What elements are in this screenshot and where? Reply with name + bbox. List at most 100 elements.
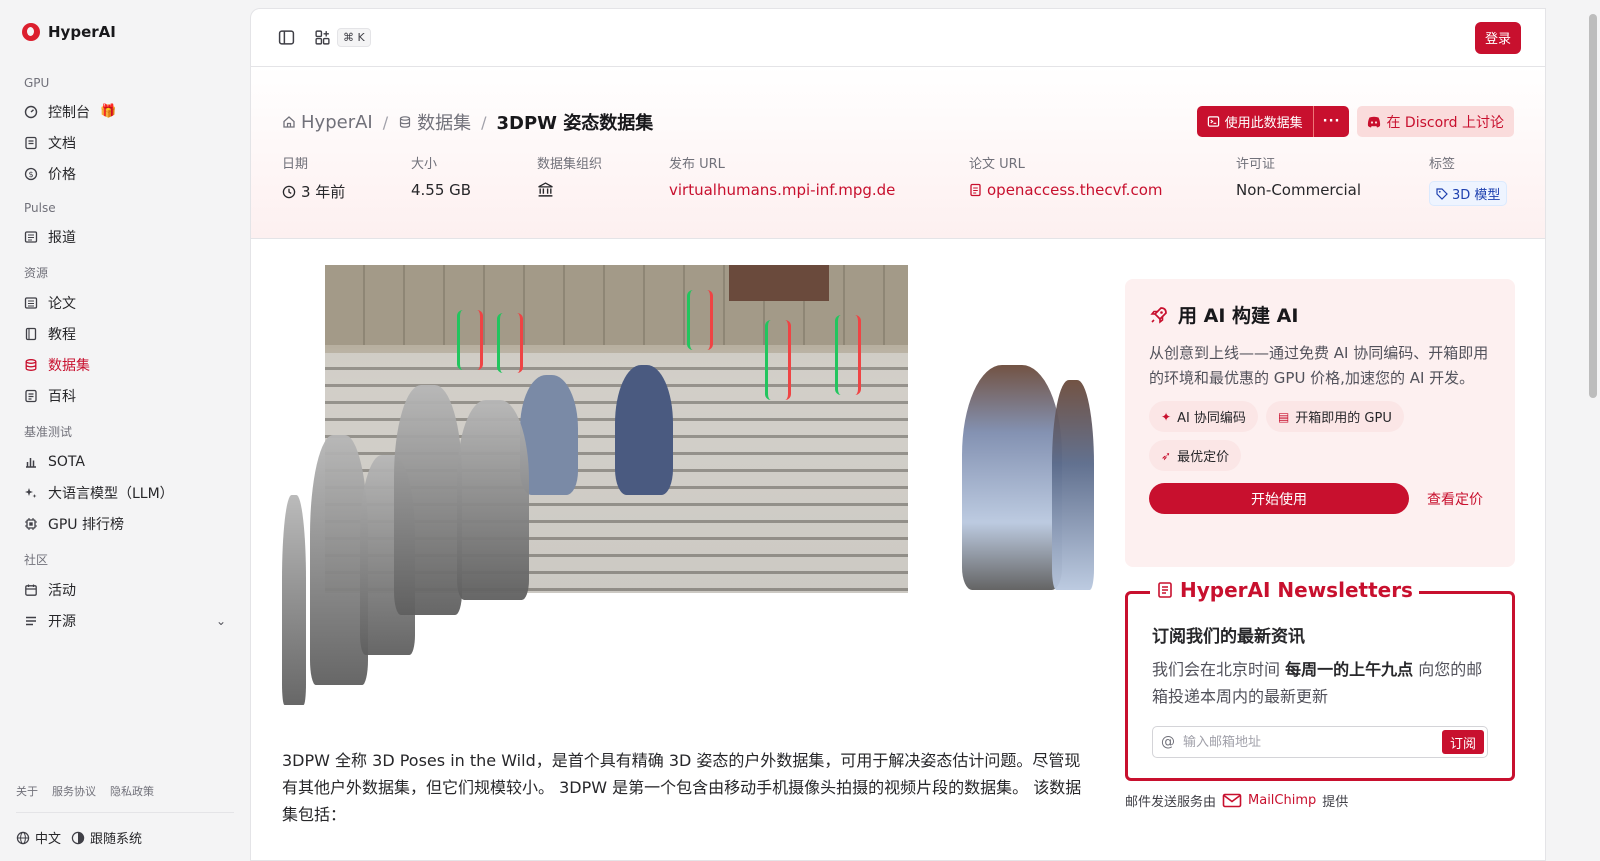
footer-link-privacy[interactable]: 隐私政策 [110, 783, 154, 799]
meta-org-value [537, 181, 669, 198]
photo-person [615, 365, 673, 495]
meta-release-label: 发布 URL [669, 157, 725, 172]
login-button[interactable]: 登录 [1474, 21, 1521, 54]
feature-chip-label: 最优定价 [1177, 450, 1230, 465]
topbar: ⌘ K 登录 [251, 9, 1545, 67]
dataset-content: 3DPW 全称 3D Poses in the Wild，是首个具有精确 3D … [282, 265, 1094, 828]
dataset-description: 3DPW 全称 3D Poses in the Wild，是首个具有精确 3D … [282, 751, 1082, 824]
sidebar-item-label: 教程 [48, 326, 76, 343]
sidebar-item-datasets[interactable]: 数据集 [16, 349, 234, 380]
meta-size: 大小 4.55 GB [411, 153, 537, 206]
meta-tags-label: 标签 [1429, 157, 1456, 172]
meta-license-label: 许可证 [1236, 157, 1276, 172]
breadcrumb-datasets[interactable]: 数据集 [398, 109, 471, 135]
footer-link-terms[interactable]: 服务协议 [52, 783, 96, 799]
pose-skeleton [457, 310, 483, 370]
apps-grid-icon[interactable] [311, 27, 333, 49]
subscribe-button[interactable]: 订阅 [1441, 730, 1484, 754]
terminal-icon [1207, 116, 1219, 127]
sidebar-item-label: 控制台 [48, 104, 90, 121]
dataset-header: HyperAI / 数据集 / 3DPW 姿态数据集 使用此数据集 ··· 在 … [251, 67, 1545, 239]
email-input[interactable] [1183, 734, 1434, 750]
meta-size-value: 4.55 GB [411, 181, 472, 199]
sidebar-item-tutorials[interactable]: 教程 [16, 318, 234, 349]
discord-label: 在 Discord 上讨论 [1386, 114, 1504, 131]
sidebar-item-docs[interactable]: 文档 [16, 127, 234, 158]
language-label: 中文 [35, 832, 62, 847]
sidebar-item-llm[interactable]: 大语言模型（LLM） [16, 477, 234, 508]
sparkle-icon: ✦ [1161, 409, 1172, 424]
footer-link-about[interactable]: 关于 [16, 783, 38, 799]
meta-release-url: 发布 URL virtualhumans.mpi-inf.mpg.de [669, 153, 969, 206]
hyperai-logo-icon [22, 23, 40, 41]
sidebar-item-news[interactable]: 报道 [16, 221, 234, 252]
use-dataset-label: 使用此数据集 [1224, 116, 1303, 131]
rendered-sitting-people [962, 355, 1094, 595]
paper-url-link[interactable]: openaccess.thecvf.com [969, 181, 1236, 199]
pose-skeleton [497, 313, 523, 373]
newsletter-text-bold: 每周一的上午九点 [1285, 660, 1414, 679]
meta-paper-label: 论文 URL [969, 157, 1025, 172]
sidebar-item-wiki[interactable]: 百科 [16, 380, 234, 411]
page-title: 3DPW 姿态数据集 [496, 113, 654, 134]
rendered-mesh-person [457, 400, 529, 600]
book-icon [24, 327, 38, 341]
brand[interactable]: HyperAI [16, 0, 234, 64]
discord-icon [1368, 116, 1381, 127]
footer-divider [16, 812, 234, 813]
section-title-community: 社区 [24, 553, 49, 567]
mailchimp-link[interactable]: MailChimp [1248, 793, 1316, 808]
paper-url-text: openaccess.thecvf.com [987, 181, 1163, 199]
view-pricing-link[interactable]: 查看定价 [1427, 489, 1483, 509]
breadcrumb-home[interactable]: HyperAI [282, 112, 373, 133]
dataset-meta: 日期 3 年前 大小 4.55 GB 数据集组织 发布 URL virtualh… [282, 153, 1514, 206]
database-icon [24, 358, 38, 372]
sidebar-item-label: 文档 [48, 135, 76, 152]
sidebar-item-sota[interactable]: SOTA [16, 446, 234, 477]
chevron-down-icon[interactable]: ⌄ [216, 614, 226, 628]
newsletter-title: HyperAI Newsletters [1150, 578, 1419, 602]
command-shortcut[interactable]: ⌘ K [337, 28, 371, 47]
get-started-button[interactable]: 开始使用 [1149, 483, 1409, 514]
mail-note-post: 提供 [1322, 795, 1349, 810]
sidebar-item-label: 活动 [48, 582, 76, 599]
at-icon: @ [1161, 734, 1175, 750]
promo-actions: 开始使用 查看定价 [1149, 483, 1491, 514]
sidebar-item-pricing[interactable]: $ 价格 [16, 158, 234, 189]
sidebar-item-events[interactable]: 活动 [16, 574, 234, 605]
promo-title-text: 用 AI 构建 AI [1178, 305, 1299, 327]
database-icon [400, 116, 411, 128]
use-dataset-button[interactable]: 使用此数据集 [1196, 106, 1313, 137]
scrollbar[interactable] [1586, 0, 1600, 861]
news-icon [24, 230, 38, 244]
footer-settings: 中文 跟随系统 [16, 828, 142, 847]
meta-date-text: 3 年前 [301, 183, 346, 201]
dollar-icon: $ [24, 167, 38, 181]
meta-org-label: 数据集组织 [537, 157, 603, 172]
more-options-button[interactable]: ··· [1312, 106, 1350, 137]
release-url-link[interactable]: virtualhumans.mpi-inf.mpg.de [669, 181, 969, 199]
sidebar-item-papers[interactable]: 论文 [16, 287, 234, 318]
language-switch[interactable]: 中文 [16, 828, 61, 847]
meta-date-label: 日期 [282, 157, 309, 172]
right-column: 用 AI 构建 AI 从创意到上线——通过免费 AI 协同编码、开箱即用的环境和… [1125, 279, 1515, 810]
sidebar-toggle-icon[interactable] [275, 27, 297, 49]
sidebar-item-open-source[interactable]: 开源 ⌄ [16, 605, 234, 636]
paper-icon [24, 296, 38, 310]
tag-3d-model[interactable]: 3D 模型 [1429, 181, 1508, 206]
doc-icon [24, 136, 38, 150]
chart-icon [24, 455, 38, 469]
scrollbar-thumb[interactable] [1589, 14, 1597, 398]
sidebar-item-gpu-leaderboard[interactable]: GPU 排行榜 [16, 508, 234, 539]
feature-chip-gpu: ▤ 开箱即用的 GPU [1265, 401, 1404, 432]
pose-skeleton [765, 320, 791, 400]
meta-tags: 标签 3D 模型 [1429, 153, 1508, 206]
sidebar-item-console[interactable]: 控制台 🎁 [16, 96, 234, 127]
discord-discuss-button[interactable]: 在 Discord 上讨论 [1357, 106, 1514, 137]
newsletter-heading: 订阅我们的最新资讯 [1152, 627, 1305, 647]
section-title-gpu: GPU [24, 76, 50, 90]
theme-switch[interactable]: 跟随系统 [71, 828, 142, 847]
photo-door [729, 265, 829, 301]
dataset-actions: 使用此数据集 ··· 在 Discord 上讨论 [1196, 106, 1514, 137]
promo-card: 用 AI 构建 AI 从创意到上线——通过免费 AI 协同编码、开箱即用的环境和… [1125, 279, 1515, 567]
